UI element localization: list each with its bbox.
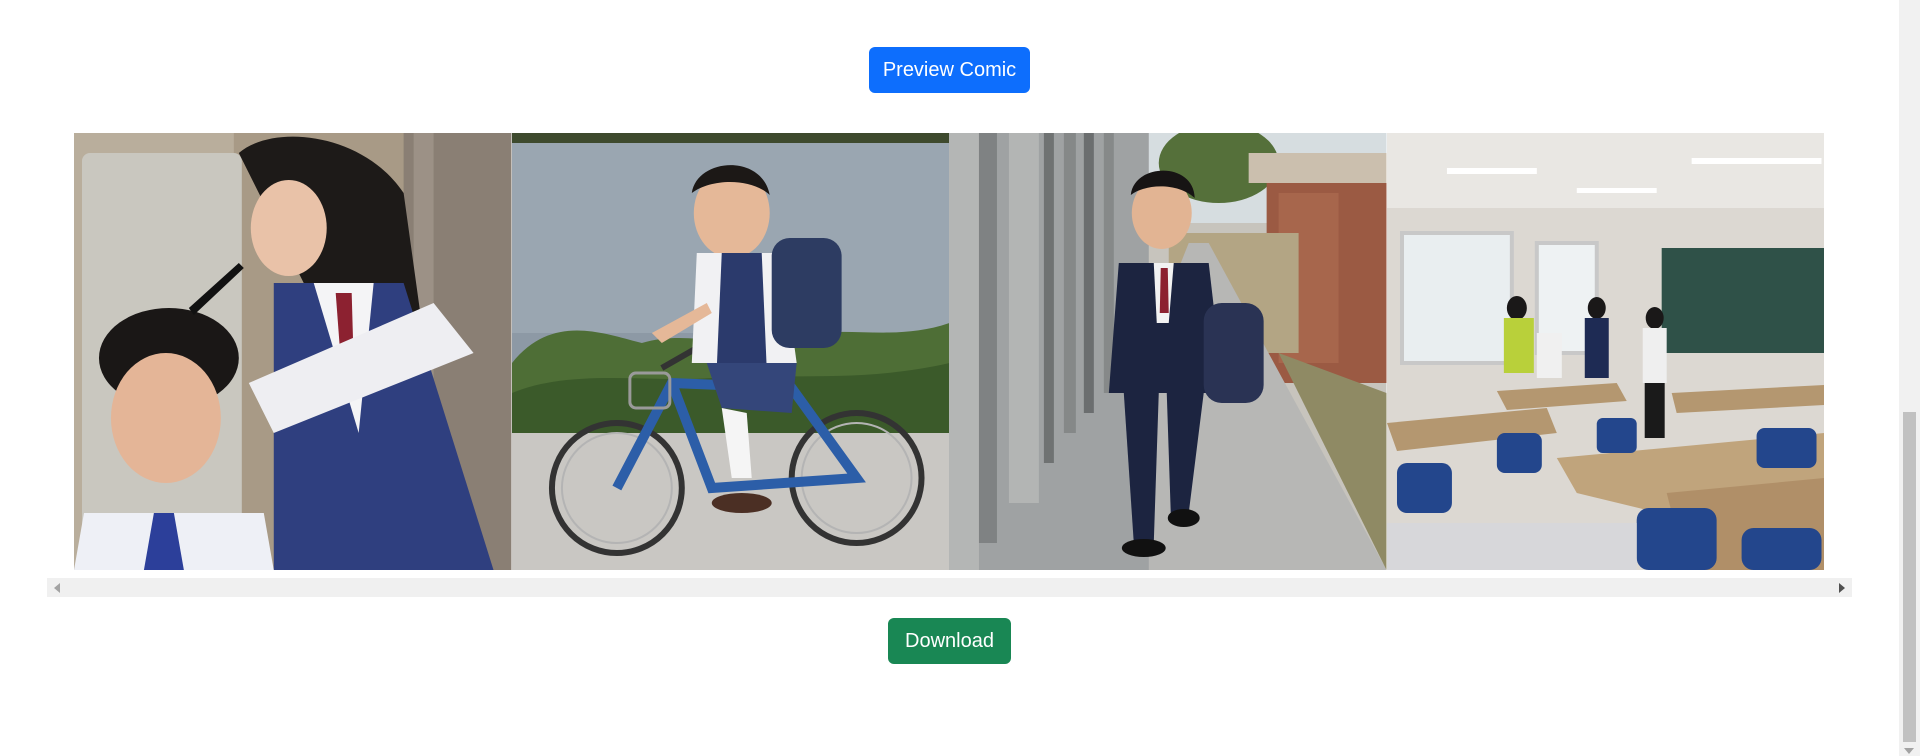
scroll-left-arrow-icon[interactable] — [54, 583, 60, 593]
comic-panel-1 — [74, 133, 512, 570]
comic-strip — [74, 133, 1824, 570]
panel-4-image — [1386, 133, 1824, 570]
comic-strip-scroll-area[interactable] — [47, 133, 1852, 598]
comic-panel-4 — [1386, 133, 1824, 570]
panel-1-image — [74, 133, 512, 570]
vertical-scrollbar[interactable] — [1899, 0, 1920, 756]
panel-2-image — [511, 133, 949, 570]
comic-panel-3 — [949, 133, 1387, 570]
panel-3-image — [949, 133, 1387, 570]
scroll-right-arrow-icon[interactable] — [1839, 583, 1845, 593]
horizontal-scrollbar[interactable] — [47, 578, 1852, 597]
page: Preview Comic Download — [0, 0, 1920, 756]
download-button[interactable]: Download — [888, 618, 1011, 664]
scroll-down-arrow-icon[interactable] — [1904, 748, 1914, 754]
comic-panel-2 — [511, 133, 949, 570]
preview-comic-button[interactable]: Preview Comic — [869, 47, 1030, 93]
vertical-scrollbar-thumb[interactable] — [1903, 412, 1916, 742]
